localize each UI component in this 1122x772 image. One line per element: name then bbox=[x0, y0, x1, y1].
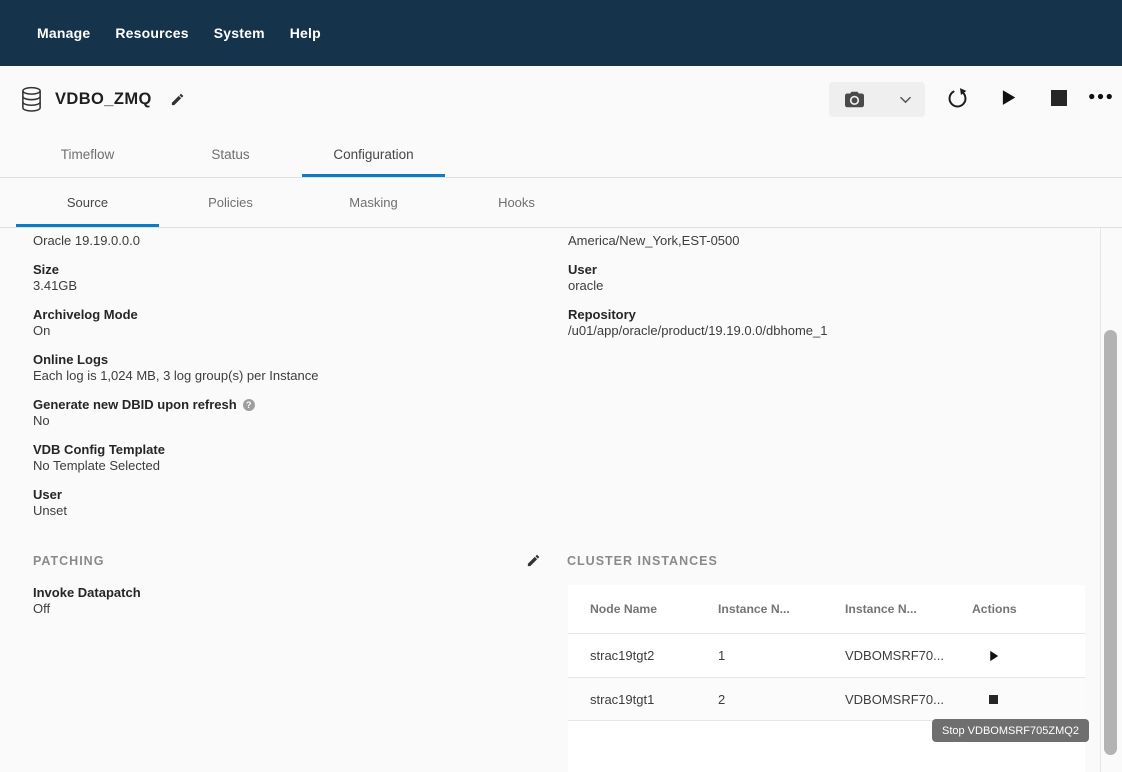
vertical-scrollbar[interactable] bbox=[1104, 330, 1117, 755]
field-oracle-version: Oracle 19.19.0.0.0 bbox=[33, 233, 538, 249]
field-archivelog-mode: Archivelog Mode On bbox=[33, 307, 538, 339]
table-row: strac19tgt2 1 VDBOMSRF70... bbox=[568, 633, 1085, 677]
field-label: Online Logs bbox=[33, 352, 538, 368]
field-value: Unset bbox=[33, 503, 538, 519]
top-nav-bar: Manage Resources System Help bbox=[0, 0, 1122, 66]
field-value: Each log is 1,024 MB, 3 log group(s) per… bbox=[33, 368, 538, 384]
start-button[interactable] bbox=[1001, 89, 1016, 106]
refresh-button[interactable] bbox=[946, 87, 969, 110]
cell-node-name: strac19tgt2 bbox=[568, 648, 718, 663]
cell-instance-number: 2 bbox=[718, 692, 845, 707]
tab-timeflow[interactable]: Timeflow bbox=[16, 132, 159, 177]
field-value: America/New_York,EST-0500 bbox=[568, 233, 1088, 249]
snapshot-button[interactable] bbox=[829, 82, 925, 117]
table-header-row: Node Name Instance N... Instance N... Ac… bbox=[568, 585, 1085, 633]
subtab-source[interactable]: Source bbox=[16, 178, 159, 227]
nav-resources[interactable]: Resources bbox=[115, 25, 188, 41]
field-label-text: Generate new DBID upon refresh bbox=[33, 397, 237, 413]
subtab-policies[interactable]: Policies bbox=[159, 178, 302, 227]
nav-manage[interactable]: Manage bbox=[37, 25, 90, 41]
col-header-instance-name: Instance N... bbox=[845, 602, 972, 616]
table-row: strac19tgt1 2 VDBOMSRF70... bbox=[568, 677, 1085, 721]
cell-node-name: strac19tgt1 bbox=[568, 692, 718, 707]
nav-system[interactable]: System bbox=[214, 25, 265, 41]
field-repository: Repository /u01/app/oracle/product/19.19… bbox=[568, 307, 1088, 339]
stop-button[interactable] bbox=[1051, 90, 1067, 106]
main-tab-bar: Timeflow Status Configuration bbox=[0, 132, 1122, 178]
stop-icon bbox=[1051, 90, 1067, 106]
header-row: VDBO_ZMQ bbox=[0, 66, 1122, 132]
field-label: Size bbox=[33, 262, 538, 278]
field-value: On bbox=[33, 323, 538, 339]
page-title: VDBO_ZMQ bbox=[55, 90, 152, 109]
cell-instance-name: VDBOMSRF70... bbox=[845, 692, 972, 707]
field-value: No Template Selected bbox=[33, 458, 538, 474]
content-right-border bbox=[1100, 228, 1101, 772]
chevron-down-icon[interactable] bbox=[900, 96, 911, 104]
field-user-right: User oracle bbox=[568, 262, 1088, 294]
field-invoke-datapatch: Invoke Datapatch Off bbox=[33, 585, 141, 617]
field-label: User bbox=[568, 262, 1088, 278]
source-details-left-column: Oracle 19.19.0.0.0 Size 3.41GB Archivelo… bbox=[33, 233, 538, 532]
cell-instance-name: VDBOMSRF70... bbox=[845, 648, 972, 663]
database-icon bbox=[20, 86, 43, 113]
cell-actions bbox=[972, 650, 1085, 662]
field-value: Off bbox=[33, 601, 141, 617]
field-label: User bbox=[33, 487, 538, 503]
edit-name-icon[interactable] bbox=[168, 90, 187, 109]
stop-instance-tooltip: Stop VDBOMSRF705ZMQ2 bbox=[932, 719, 1089, 742]
field-value: Oracle 19.19.0.0.0 bbox=[33, 233, 538, 249]
tab-configuration[interactable]: Configuration bbox=[302, 132, 445, 177]
field-timezone: America/New_York,EST-0500 bbox=[568, 233, 1088, 249]
field-label: VDB Config Template bbox=[33, 442, 538, 458]
field-size: Size 3.41GB bbox=[33, 262, 538, 294]
nav-help[interactable]: Help bbox=[290, 25, 321, 41]
subtab-hooks[interactable]: Hooks bbox=[445, 178, 588, 227]
field-label: Archivelog Mode bbox=[33, 307, 538, 323]
field-user-left: User Unset bbox=[33, 487, 538, 519]
field-label: Invoke Datapatch bbox=[33, 585, 141, 601]
field-value: 3.41GB bbox=[33, 278, 538, 294]
field-label: Generate new DBID upon refresh ? bbox=[33, 397, 538, 413]
field-vdb-config-template: VDB Config Template No Template Selected bbox=[33, 442, 538, 474]
subtab-masking[interactable]: Masking bbox=[302, 178, 445, 227]
cluster-instances-table: Node Name Instance N... Instance N... Ac… bbox=[568, 585, 1085, 772]
field-generate-dbid: Generate new DBID upon refresh ? No bbox=[33, 397, 538, 429]
col-header-actions: Actions bbox=[972, 602, 1085, 616]
camera-icon bbox=[844, 90, 865, 109]
more-options-button[interactable] bbox=[1088, 93, 1113, 100]
start-instance-icon[interactable] bbox=[989, 650, 999, 662]
field-value: /u01/app/oracle/product/19.19.0.0/dbhome… bbox=[568, 323, 1088, 339]
cluster-instances-section-title: CLUSTER INSTANCES bbox=[567, 554, 718, 568]
field-value: oracle bbox=[568, 278, 1088, 294]
config-sub-tab-bar: Source Policies Masking Hooks bbox=[0, 178, 1122, 228]
col-header-instance-number: Instance N... bbox=[718, 602, 845, 616]
edit-patching-icon[interactable] bbox=[524, 551, 543, 570]
title-group: VDBO_ZMQ bbox=[20, 66, 187, 132]
patching-section-title: PATCHING bbox=[33, 554, 104, 568]
stop-instance-icon[interactable] bbox=[989, 695, 998, 704]
field-value: No bbox=[33, 413, 538, 429]
col-header-node-name: Node Name bbox=[568, 602, 718, 616]
help-icon[interactable]: ? bbox=[243, 399, 255, 411]
field-label: Repository bbox=[568, 307, 1088, 323]
cell-instance-number: 1 bbox=[718, 648, 845, 663]
field-online-logs: Online Logs Each log is 1,024 MB, 3 log … bbox=[33, 352, 538, 384]
source-details-right-column: America/New_York,EST-0500 User oracle Re… bbox=[568, 233, 1088, 352]
cell-actions bbox=[972, 695, 1085, 704]
tab-status[interactable]: Status bbox=[159, 132, 302, 177]
